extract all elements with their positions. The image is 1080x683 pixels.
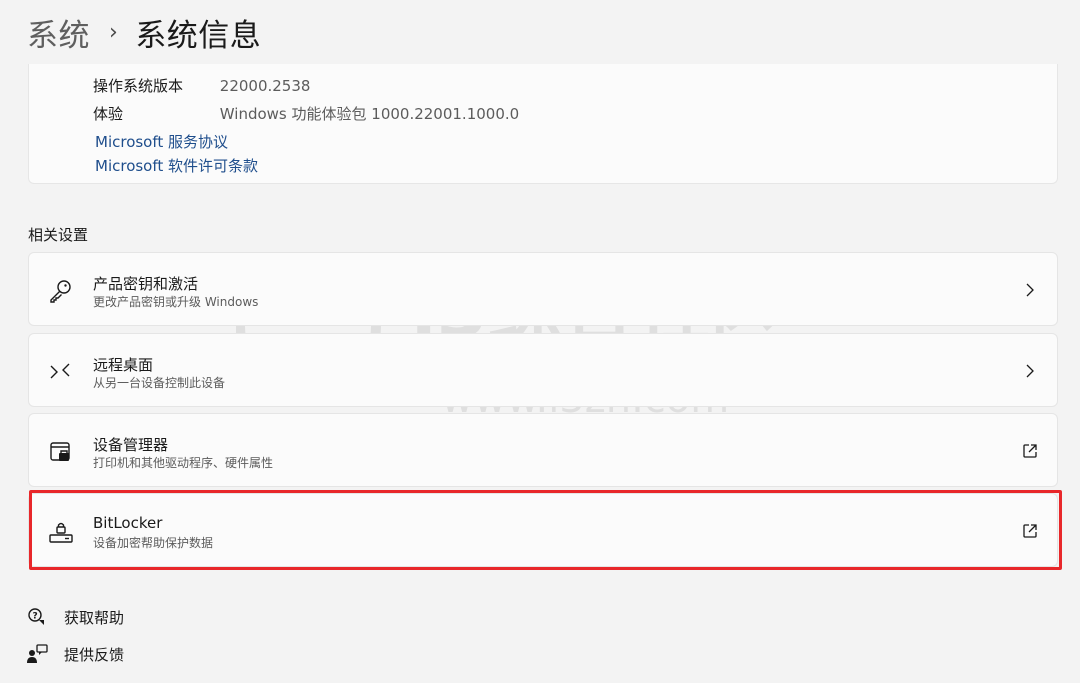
device-manager-card[interactable]: 设备管理器 打印机和其他驱动程序、硬件属性 [28,413,1058,487]
experience-value: Windows 功能体验包 1000.22001.1000.0 [219,105,520,123]
give-feedback-label: 提供反馈 [64,645,125,664]
get-help-link[interactable]: ? 获取帮助 [26,606,124,628]
remote-desktop-title: 远程桌面 [93,356,154,374]
os-version-row: 操作系统版本 22000.2538 [93,75,310,96]
device-manager-title: 设备管理器 [93,436,169,454]
bitlocker-title: BitLocker [93,514,163,532]
page-title: 系统信息 [135,17,262,54]
experience-row: 体验 Windows 功能体验包 1000.22001.1000.0 [93,103,519,124]
chevron-right-icon [1026,364,1034,378]
product-key-subtitle: 更改产品密钥或升级 Windows [93,295,259,309]
breadcrumb-parent[interactable]: 系统 [27,10,90,55]
chevron-right-icon [1026,283,1034,297]
license-terms-link[interactable]: Microsoft 软件许可条款 [95,155,258,176]
remote-desktop-subtitle: 从另一台设备控制此设备 [93,376,226,390]
open-external-icon [1023,524,1037,538]
experience-label: 体验 [93,105,124,123]
open-external-icon [1023,444,1037,458]
os-version-label: 操作系统版本 [93,77,184,95]
windows-spec-card: 操作系统版本 22000.2538 体验 Windows 功能体验包 1000.… [28,64,1058,184]
get-help-label: 获取帮助 [64,608,125,627]
help-chat-icon: ? [28,608,44,625]
breadcrumb: 系统 › 系统信息 [27,10,261,54]
device-manager-subtitle: 打印机和其他驱动程序、硬件属性 [93,456,274,470]
svg-text:?: ? [33,612,38,622]
feedback-icon [27,644,48,663]
breadcrumb-separator: › [109,19,119,45]
bitlocker-card[interactable]: BitLocker 设备加密帮助保护数据 [28,493,1058,567]
bitlocker-subtitle: 设备加密帮助保护数据 [93,536,214,550]
key-icon [50,280,71,303]
remote-desktop-icon [50,363,70,379]
give-feedback-link[interactable]: 提供反馈 [26,643,124,665]
related-settings-heading: 相关设置 [28,226,89,244]
product-key-card[interactable]: 产品密钥和激活 更改产品密钥或升级 Windows [28,252,1058,326]
bitlocker-icon [49,522,73,543]
service-agreement-link[interactable]: Microsoft 服务协议 [95,131,228,152]
os-version-value: 22000.2538 [219,77,311,95]
device-manager-icon [50,442,70,461]
remote-desktop-card[interactable]: 远程桌面 从另一台设备控制此设备 [28,333,1058,407]
product-key-title: 产品密钥和激活 [93,275,199,293]
